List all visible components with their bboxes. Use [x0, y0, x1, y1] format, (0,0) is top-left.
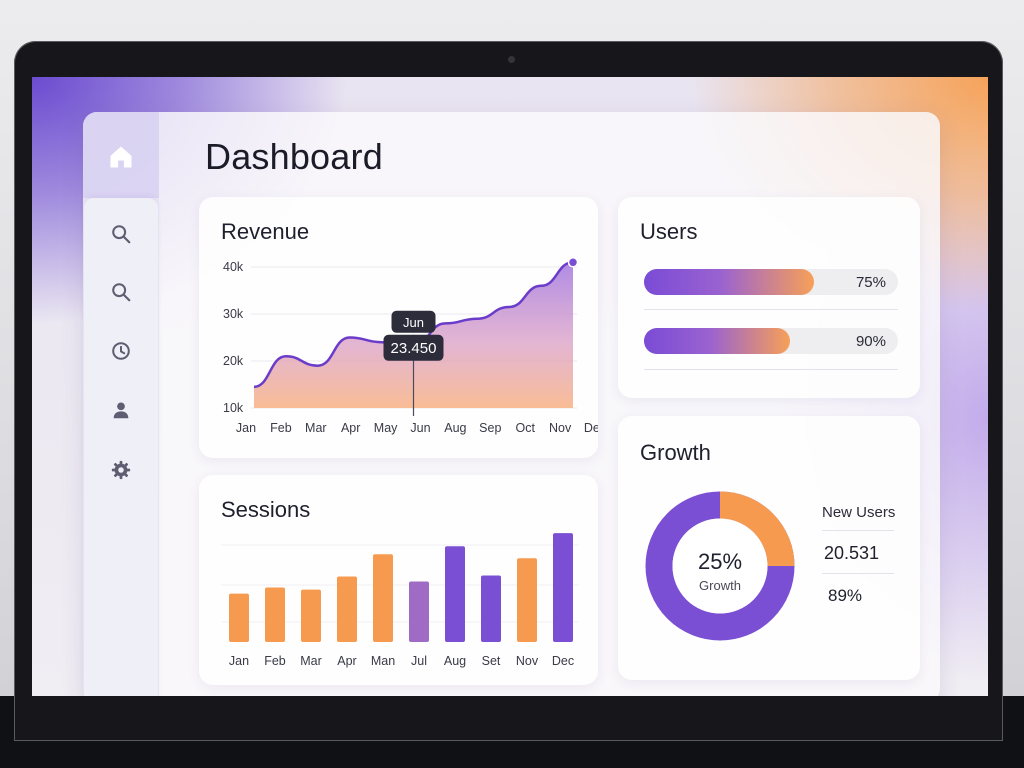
users-title: Users [640, 219, 698, 244]
users-progress-2: 90% [644, 328, 898, 354]
divider [644, 369, 898, 370]
sessions-card: Sessions Jan Feb Mar Apr Man Jul Aug Set Nov Dec [199, 475, 598, 685]
users-progress-1-fill [644, 269, 814, 295]
revenue-tooltip-month: Jun [403, 315, 424, 330]
users-progress-2-label: 90% [855, 333, 886, 350]
sidebar-nav [84, 198, 158, 696]
sessions-x-tick: Set [482, 654, 501, 668]
laptop-screen: Dashboard Revenue 10k 20k 30k 40k Jan Feb Mar A… [32, 77, 988, 696]
users-progress-1-label: 75% [855, 274, 886, 291]
sessions-x-tick: Dec [552, 654, 574, 668]
revenue-x-tick: Apr [341, 421, 360, 435]
camera-icon [508, 56, 515, 63]
search-icon [112, 225, 131, 244]
sidebar [83, 112, 159, 696]
revenue-endpoint [567, 257, 579, 268]
sessions-chart: Jan Feb Mar Apr Man Jul Aug Set Nov Dec [221, 533, 579, 668]
gear-icon [111, 460, 131, 480]
page-title: Dashboard [205, 136, 383, 177]
sessions-x-tick: Aug [444, 654, 466, 668]
revenue-y-tick: 10k [223, 401, 244, 415]
revenue-chart: 10k 20k 30k 40k Jan Feb Mar Apr May Jun Aug Sep Oct N… [223, 257, 598, 435]
sessions-bar [265, 587, 285, 642]
revenue-y-tick: 20k [223, 354, 244, 368]
sidebar-item-search-2[interactable] [105, 276, 137, 308]
sessions-x-tick: Apr [337, 654, 356, 668]
revenue-x-tick: Nov [549, 421, 572, 435]
sessions-x-tick: Jul [411, 654, 427, 668]
divider [644, 309, 898, 310]
sessions-bar [229, 593, 249, 642]
growth-center-value: 25% [698, 549, 742, 574]
sessions-bar [517, 558, 537, 642]
revenue-x-tick: Aug [444, 421, 466, 435]
clock-icon [112, 342, 130, 360]
revenue-x-tick: May [374, 421, 398, 435]
growth-center-label: Growth [699, 578, 741, 593]
new-users-label: New Users [822, 504, 896, 521]
sessions-x-tick: Nov [516, 654, 539, 668]
sidebar-item-profile[interactable] [105, 394, 137, 426]
user-icon [113, 402, 129, 419]
revenue-card: Revenue 10k 20k 30k 40k Jan Feb Mar Apr May Jun Au… [199, 197, 598, 458]
sessions-bar [553, 533, 573, 642]
sessions-x-tick: Feb [264, 654, 286, 668]
new-users-value: 20.531 [824, 543, 880, 563]
revenue-tooltip-value: 23.450 [391, 340, 437, 357]
sessions-bar [409, 581, 429, 642]
divider [822, 573, 894, 574]
sidebar-item-settings[interactable] [105, 454, 137, 486]
revenue-y-tick: 30k [223, 307, 244, 321]
revenue-x-tick: Sep [479, 421, 501, 435]
sessions-x-tick: Mar [300, 654, 322, 668]
revenue-x-tick: Jun [410, 421, 430, 435]
sessions-bar [445, 546, 465, 642]
sidebar-item-search[interactable] [105, 218, 137, 250]
divider [822, 530, 894, 531]
users-card: Users 75% 90% [618, 197, 920, 398]
revenue-y-tick: 40k [223, 260, 244, 274]
sessions-x-tick: Man [371, 654, 395, 668]
sessions-bar [301, 589, 321, 642]
growth-card: Growth 25% Growth New Users 20.531 89% [618, 416, 920, 680]
users-progress-1: 75% [644, 269, 898, 295]
sidebar-item-history[interactable] [105, 335, 137, 367]
sessions-bar [337, 576, 357, 642]
revenue-x-tick: Mar [305, 421, 327, 435]
revenue-x-tick: Oct [515, 421, 535, 435]
search-icon [112, 283, 131, 302]
sessions-bar [481, 575, 501, 642]
revenue-x-tick: Jan [236, 421, 256, 435]
home-icon [110, 146, 132, 168]
sidebar-item-home[interactable] [105, 141, 137, 173]
new-users-percent: 89% [828, 586, 863, 605]
users-progress-2-fill [644, 328, 790, 354]
revenue-x-tick: Dec [584, 421, 598, 435]
dashboard-panel: Dashboard Revenue 10k 20k 30k 40k Jan Feb Mar A… [83, 112, 940, 696]
revenue-x-tick: Feb [270, 421, 292, 435]
sessions-x-tick: Jan [229, 654, 249, 668]
sessions-bar [373, 554, 393, 642]
